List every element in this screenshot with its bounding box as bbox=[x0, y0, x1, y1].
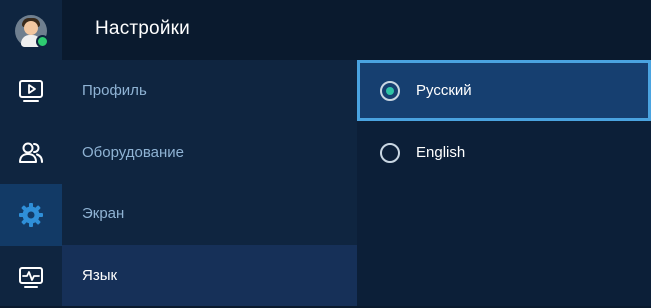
menu-item-label: Профиль bbox=[82, 82, 147, 99]
menu-item-profile[interactable]: Профиль bbox=[62, 60, 357, 121]
users-icon bbox=[19, 142, 43, 163]
heartbeat-monitor-icon bbox=[19, 267, 43, 288]
avatar bbox=[15, 15, 49, 48]
side-rail bbox=[0, 0, 62, 306]
rail-item-settings[interactable] bbox=[0, 184, 62, 246]
page-title: Настройки bbox=[95, 18, 190, 39]
play-video-icon bbox=[19, 80, 43, 102]
language-option-english[interactable]: English bbox=[357, 122, 651, 183]
radio-unchecked[interactable] bbox=[380, 142, 400, 163]
rail-item-profile[interactable] bbox=[0, 0, 62, 62]
rail-item-contacts[interactable] bbox=[0, 122, 62, 184]
menu-item-language[interactable]: Язык bbox=[62, 245, 357, 306]
option-label: English bbox=[416, 144, 466, 161]
rail-item-video[interactable] bbox=[0, 60, 62, 122]
rail-item-diagnostics[interactable] bbox=[0, 246, 62, 308]
option-label: Русский bbox=[416, 82, 472, 99]
radio-checked[interactable] bbox=[380, 80, 400, 101]
language-option-russian[interactable]: Русский bbox=[357, 60, 651, 121]
language-options: Русский English bbox=[357, 60, 651, 306]
menu-item-hardware[interactable]: Оборудование bbox=[62, 122, 357, 183]
header: Настройки bbox=[62, 0, 651, 60]
menu-item-label: Экран bbox=[82, 205, 125, 222]
gear-icon bbox=[19, 203, 43, 227]
online-status-icon bbox=[36, 35, 49, 48]
menu-item-label: Язык bbox=[82, 267, 118, 284]
menu-item-label: Оборудование bbox=[82, 144, 185, 161]
menu-item-screen[interactable]: Экран bbox=[62, 183, 357, 244]
settings-menu: Профиль Оборудование Экран Язык bbox=[62, 60, 357, 306]
